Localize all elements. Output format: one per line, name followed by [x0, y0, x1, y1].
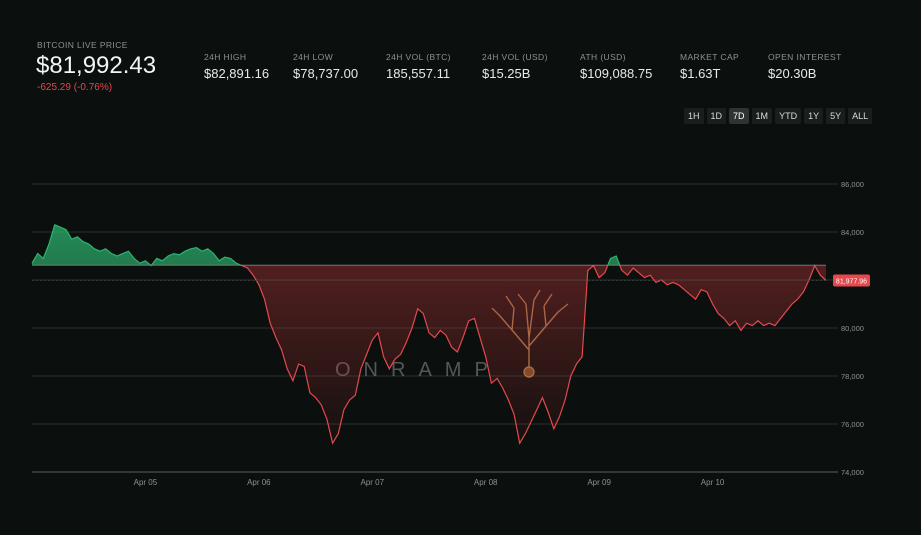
y-tick-label: 86,000	[841, 180, 864, 189]
price-area	[31, 223, 827, 445]
price-line-up	[31, 223, 816, 266]
area-below-baseline	[32, 265, 826, 444]
y-tick-label: 76,000	[841, 420, 864, 429]
y-tick-label: 74,000	[841, 468, 864, 477]
y-tick-label: 78,000	[841, 372, 864, 381]
x-tick-label: Apr 09	[587, 478, 611, 487]
x-tick-label: Apr 05	[134, 478, 158, 487]
x-tick-label: Apr 06	[247, 478, 271, 487]
x-tick-label: Apr 08	[474, 478, 498, 487]
price-chart[interactable]: ONRAMP 74,00076,00078,00080,00082,00084,…	[0, 0, 921, 535]
y-tick-label: 84,000	[841, 228, 864, 237]
x-tick-label: Apr 07	[360, 478, 384, 487]
current-price-label: 81,977.96	[836, 279, 867, 286]
area-above-baseline	[32, 224, 620, 266]
price-line-down	[149, 265, 827, 445]
x-tick-label: Apr 10	[701, 478, 725, 487]
y-tick-label: 80,000	[841, 324, 864, 333]
